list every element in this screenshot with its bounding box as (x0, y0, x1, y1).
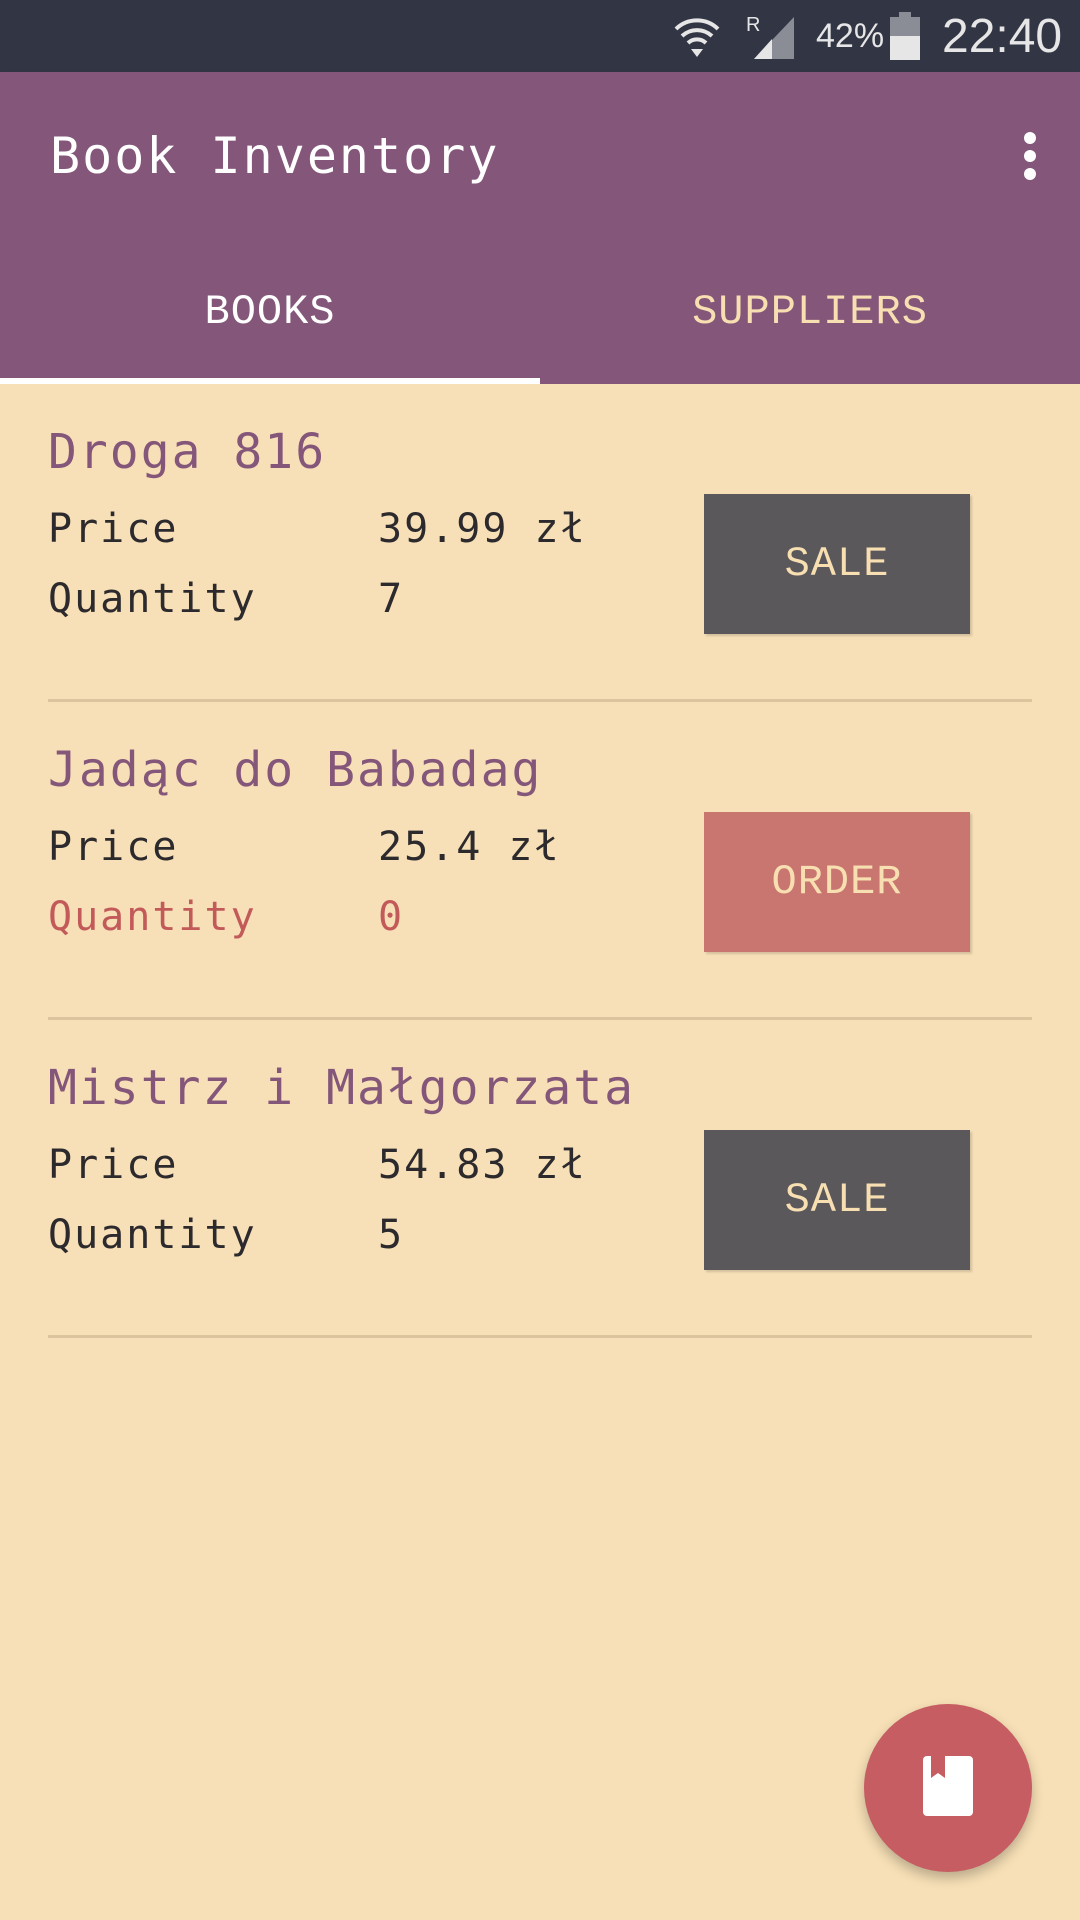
book-title: Jadąc do Babadag (48, 742, 543, 798)
quantity-label: Quantity (48, 576, 257, 622)
tab-suppliers[interactable]: SUPPLIERS (540, 240, 1080, 384)
tab-books[interactable]: BOOKS (0, 240, 540, 384)
price-value: 39.99 zł (378, 506, 587, 552)
price-label: Price (48, 1142, 179, 1188)
list-item[interactable]: Mistrz i Małgorzata Price 54.83 zł Quant… (48, 1020, 1032, 1338)
wifi-icon (672, 0, 730, 72)
quantity-label: Quantity (48, 1212, 257, 1258)
list-item[interactable]: Jadąc do Babadag Price 25.4 zł Quantity … (48, 702, 1032, 1020)
price-label: Price (48, 506, 179, 552)
signal-icon: R (746, 0, 804, 72)
order-button[interactable]: ORDER (704, 812, 970, 952)
tab-bar: BOOKS SUPPLIERS (0, 240, 1080, 384)
add-book-button[interactable] (864, 1704, 1032, 1872)
quantity-value: 7 (378, 576, 405, 622)
list-item[interactable]: Droga 816 Price 39.99 zł Quantity 7 SALE (48, 384, 1032, 702)
sale-button[interactable]: SALE (704, 494, 970, 634)
price-label: Price (48, 824, 179, 870)
quantity-value: 5 (378, 1212, 405, 1258)
sale-button[interactable]: SALE (704, 1130, 970, 1270)
battery-icon (890, 0, 924, 72)
price-value: 25.4 zł (378, 824, 561, 870)
app-title: Book Inventory (50, 127, 500, 185)
app-bar: Book Inventory (0, 72, 1080, 240)
battery-percent: 42% (816, 16, 885, 55)
status-bar: R 42% 22:40 (0, 0, 1080, 72)
book-title: Mistrz i Małgorzata (48, 1060, 636, 1116)
book-icon (923, 1756, 973, 1820)
svg-text:R: R (746, 14, 760, 36)
clock: 22:40 (942, 9, 1063, 63)
quantity-value: 0 (378, 894, 405, 940)
quantity-label: Quantity (48, 894, 257, 940)
overflow-menu-icon[interactable] (1010, 124, 1050, 188)
book-title: Droga 816 (48, 424, 327, 480)
price-value: 54.83 zł (378, 1142, 587, 1188)
